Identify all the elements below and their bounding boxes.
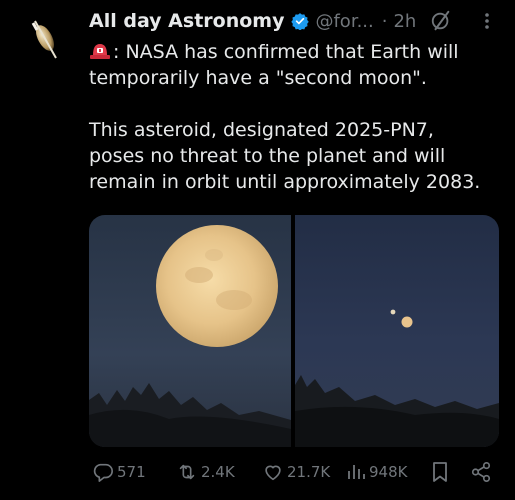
tweet-header: All day Astronomy @for... · 2h [89, 6, 499, 36]
action-bar: 571 2.4K 21.7K 948K [89, 458, 499, 486]
bookmark-icon [430, 461, 450, 483]
separator-dot: · [381, 10, 388, 32]
moon-photo-right[interactable] [295, 215, 499, 447]
timestamp[interactable]: 2h [393, 11, 416, 32]
like-icon [262, 461, 284, 483]
views-button[interactable]: 948K [343, 458, 407, 486]
moon-photo-left[interactable] [89, 215, 291, 447]
tweet-line-2: temporarily have a "second moon". [89, 67, 427, 89]
repost-icon [176, 461, 198, 483]
tweet-line-1: : NASA has confirmed that Earth will [89, 39, 504, 65]
author-handle[interactable]: @for... [315, 11, 373, 32]
share-button[interactable] [467, 458, 492, 486]
tweet-line-1-text: : NASA has confirmed that Earth will [113, 41, 459, 63]
reply-icon [92, 461, 114, 483]
reply-count: 571 [117, 463, 146, 481]
media-container [89, 215, 499, 447]
verified-badge-icon[interactable] [291, 12, 310, 31]
repost-count: 2.4K [201, 463, 235, 481]
like-count: 21.7K [287, 463, 331, 481]
avatar[interactable] [18, 12, 70, 64]
tweet-line-3: This asteroid, designated 2025-PN7, [89, 119, 434, 141]
siren-emoji-icon [89, 41, 111, 59]
views-icon [346, 461, 366, 483]
tweet-line-5: remain in orbit until approximately 2083… [89, 171, 481, 193]
share-icon [470, 461, 492, 483]
like-button[interactable]: 21.7K [259, 458, 330, 486]
bookmark-button[interactable] [427, 458, 450, 486]
more-icon[interactable] [482, 10, 492, 32]
tweet-text: : NASA has confirmed that Earth will tem… [89, 39, 504, 195]
repost-button[interactable]: 2.4K [173, 458, 235, 486]
grok-icon[interactable] [430, 10, 452, 32]
tweet-line-4: poses no threat to the planet and will [89, 145, 446, 167]
author-name[interactable]: All day Astronomy [89, 10, 284, 32]
views-count: 948K [369, 463, 408, 481]
reply-button[interactable]: 571 [89, 458, 146, 486]
